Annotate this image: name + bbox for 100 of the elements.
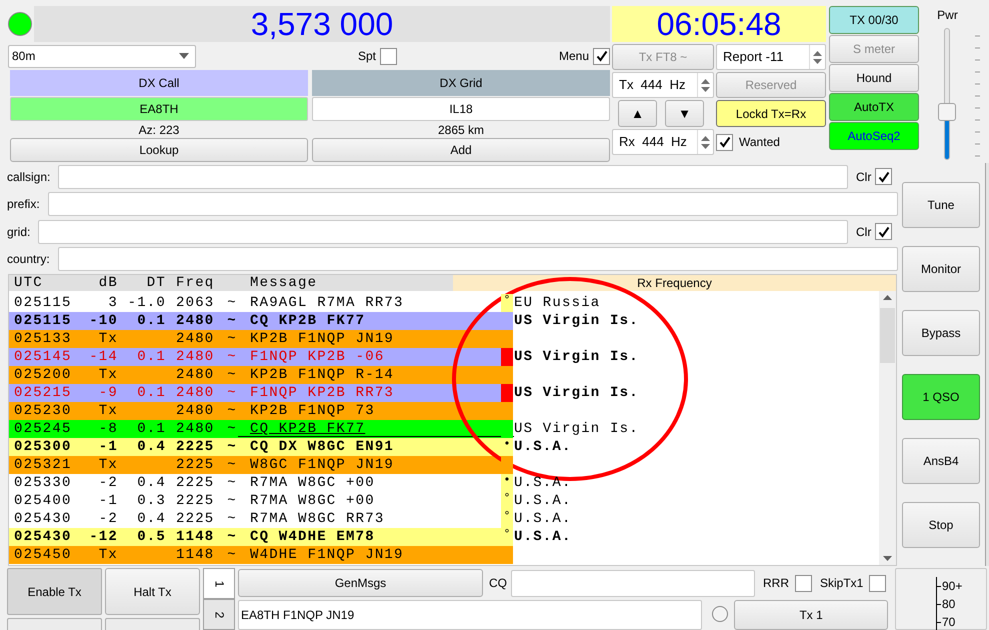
- country-text: U.S.A.: [514, 528, 572, 546]
- band-select[interactable]: 80m: [8, 44, 196, 68]
- row-marker: °: [501, 528, 513, 546]
- decode-row[interactable]: 025200 Tx 2480 ~ KP2B F1NQP R-14: [9, 366, 501, 384]
- row-marker: •: [501, 438, 513, 456]
- radio-button[interactable]: [712, 606, 728, 622]
- decode-row[interactable]: 025133 Tx 2480 ~ KP2B F1NQP JN19: [9, 330, 501, 348]
- add-button[interactable]: Add: [312, 138, 610, 162]
- country-text: US Virgin Is.: [514, 384, 639, 402]
- country-text: EU Russia: [514, 294, 600, 312]
- power-label: Pwr: [937, 7, 958, 24]
- row-marker: •: [501, 474, 513, 492]
- filter-label: prefix:: [7, 196, 41, 214]
- country-text: US Virgin Is.: [514, 420, 639, 438]
- decode-row[interactable]: 025450 Tx 1148 ~ W4DHE F1NQP JN19: [9, 546, 501, 564]
- decode-row[interactable]: 025300 -1 0.4 2225 ~ CQ DX W8GC EN91: [9, 438, 501, 456]
- down-button[interactable]: ▼: [665, 100, 704, 127]
- gen-msgs-button[interactable]: GenMsgs: [238, 569, 483, 597]
- spin-arrows-icon[interactable]: [697, 73, 713, 97]
- meter-scale-label: 80: [942, 596, 956, 613]
- report-spinner[interactable]: Report -11: [716, 44, 826, 70]
- slider-thumb[interactable]: [938, 103, 956, 122]
- tx1-button[interactable]: Tx 1: [734, 600, 888, 630]
- checkbox[interactable]: [380, 48, 398, 64]
- decode-row[interactable]: 025115 -10 0.1 2480 ~ CQ KP2B FK77: [9, 312, 501, 330]
- filter-field[interactable]: [48, 192, 898, 216]
- spt-label: Spt: [358, 48, 376, 65]
- dropdown-caret-icon[interactable]: [179, 53, 189, 59]
- meter-scale-label: 70: [942, 614, 956, 630]
- scroll-down-icon[interactable]: [883, 556, 892, 561]
- tx-frequency-spinner[interactable]: Tx 444 Hz: [612, 72, 714, 98]
- distance-text: 2865 km: [436, 122, 486, 138]
- up-button[interactable]: ▲: [618, 100, 657, 127]
- decode-row[interactable]: 025230 Tx 2480 ~ KP2B F1NQP 73: [9, 402, 501, 420]
- rx-frequency-header: Rx Frequency: [453, 275, 896, 291]
- decode-row[interactable]: 025245 -8 0.1 2480 ~ CQ KP2B FK77: [9, 420, 501, 438]
- rrr-label: RRR: [763, 575, 789, 592]
- menu-label: Menu: [558, 48, 589, 65]
- tx1-message-field[interactable]: EA8TH F1NQP JN19: [238, 600, 702, 630]
- checkbox[interactable]: [869, 574, 886, 592]
- halt-tx-button[interactable]: Halt Tx: [105, 568, 200, 615]
- control-button[interactable]: Bypass: [902, 310, 980, 356]
- filter-label: country:: [7, 251, 51, 268]
- clear-label: Clr: [856, 224, 872, 241]
- mode-toggle-button[interactable]: Hound: [829, 64, 919, 92]
- enable-tx-button[interactable]: Enable Tx: [7, 568, 102, 615]
- control-button[interactable]: AnsB4: [902, 438, 980, 484]
- clear-label: Clr: [856, 168, 872, 186]
- control-button[interactable]: Stop: [902, 502, 980, 548]
- filter-label: grid:: [7, 224, 32, 241]
- country-text: US Virgin Is.: [514, 348, 639, 366]
- scrollbar[interactable]: [879, 291, 896, 565]
- checkbox[interactable]: [593, 48, 610, 64]
- row-marker: °: [501, 510, 513, 528]
- azimuth-text: Az: 223: [138, 122, 180, 138]
- scroll-up-icon[interactable]: [883, 295, 892, 300]
- control-button[interactable]: Monitor: [902, 246, 980, 292]
- filter-field[interactable]: [38, 220, 848, 244]
- mode-toggle-button[interactable]: TX 00/30: [829, 6, 919, 34]
- mode-toggle-button[interactable]: AutoTX: [829, 93, 919, 121]
- spin-arrows-icon[interactable]: [809, 45, 825, 69]
- rx-frequency-spinner[interactable]: Rx 444 Hz: [612, 129, 714, 155]
- meter-scale-label: 90+: [942, 578, 962, 595]
- skip-tx1-label: SkipTx1: [820, 575, 864, 592]
- checkbox[interactable]: [875, 168, 892, 186]
- frequency-display: 3,573 000: [34, 6, 610, 42]
- mode-toggle-button[interactable]: AutoSeq2: [829, 122, 919, 150]
- decode-header: UTC dB DT Freq Message: [9, 275, 453, 291]
- control-button[interactable]: 1 QSO: [902, 374, 980, 420]
- dx-grid-header: DX Grid: [312, 70, 610, 96]
- checkbox[interactable]: [716, 134, 733, 150]
- cq-message-field[interactable]: [511, 570, 755, 596]
- clock-display: 06:05:48: [612, 6, 826, 42]
- tick-marks-icon: [973, 34, 981, 158]
- lookup-button[interactable]: Lookup: [10, 138, 308, 162]
- row-marker: °: [501, 294, 513, 312]
- wanted-label: Wanted: [739, 134, 780, 151]
- spin-arrows-icon[interactable]: [697, 130, 713, 154]
- cq-label: CQ: [489, 575, 507, 592]
- decode-row[interactable]: 025430 -12 0.5 1148 ~ CQ W4DHE EM78: [9, 528, 501, 546]
- country-text: U.S.A.: [514, 492, 572, 510]
- lock-button[interactable]: Lockd Tx=Rx: [716, 100, 826, 127]
- country-text: U.S.A.: [514, 438, 572, 456]
- message-tab[interactable]: 2: [203, 599, 235, 630]
- row-marker: °: [501, 492, 513, 510]
- country-text: US Virgin Is.: [514, 312, 639, 330]
- dx-call-field[interactable]: EA8TH: [10, 97, 308, 121]
- filter-field[interactable]: [58, 164, 848, 189]
- checkbox[interactable]: [875, 223, 892, 240]
- filter-label: callsign:: [7, 168, 52, 186]
- control-button[interactable]: Tune: [902, 182, 980, 228]
- dx-grid-field[interactable]: IL18: [312, 97, 610, 121]
- decode-row[interactable]: 025321 Tx 2225 ~ W8GC F1NQP JN19: [9, 456, 501, 474]
- dx-call-header: DX Call: [10, 70, 308, 96]
- checkbox[interactable]: [795, 574, 812, 592]
- filter-field[interactable]: [58, 247, 898, 272]
- country-text: U.S.A.: [514, 474, 572, 492]
- country-text: U.S.A.: [514, 510, 572, 528]
- scrollbar-thumb[interactable]: [880, 308, 895, 363]
- message-tab[interactable]: 1: [203, 568, 235, 599]
